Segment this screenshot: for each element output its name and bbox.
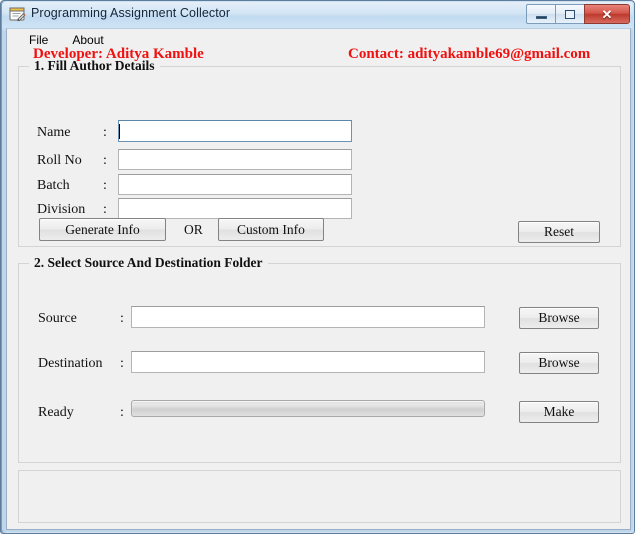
- batch-label: Batch: [37, 178, 70, 193]
- minimize-icon: [535, 16, 547, 19]
- progress-bar: [131, 400, 485, 417]
- source-browse-button[interactable]: Browse: [519, 307, 599, 329]
- roll-no-colon: :: [103, 153, 107, 168]
- roll-no-input[interactable]: [118, 149, 352, 170]
- application-window: Programming Assignment Collector ✕ File …: [0, 0, 635, 534]
- footer-panel: [18, 470, 621, 523]
- developer-credit: Developer: Aditya Kamble: [33, 46, 204, 62]
- client-area: File About 1. Fill Author Details Name :…: [6, 28, 631, 530]
- batch-input[interactable]: [118, 174, 352, 195]
- title-bar[interactable]: Programming Assignment Collector ✕: [2, 2, 633, 28]
- name-label: Name: [37, 125, 71, 140]
- source-colon: :: [120, 311, 124, 326]
- folder-selection-group-title: 2. Select Source And Destination Folder: [29, 255, 268, 271]
- division-label: Division: [37, 202, 86, 217]
- name-colon: :: [103, 125, 107, 140]
- reset-button[interactable]: Reset: [518, 221, 600, 243]
- status-label: Ready: [38, 405, 74, 420]
- source-input[interactable]: [131, 306, 485, 328]
- make-button[interactable]: Make: [519, 401, 599, 423]
- form-pencil-icon: [9, 6, 26, 22]
- generate-info-button[interactable]: Generate Info: [39, 218, 166, 241]
- destination-input[interactable]: [131, 351, 485, 373]
- close-icon: ✕: [601, 6, 613, 22]
- destination-colon: :: [120, 356, 124, 371]
- contact-email: Contact: adityakamble69@gmail.com: [348, 46, 591, 62]
- minimize-button[interactable]: [526, 4, 555, 24]
- roll-no-label: Roll No: [37, 153, 82, 168]
- text-caret: [119, 124, 120, 139]
- window-frame-inner: Programming Assignment Collector ✕ File …: [2, 2, 633, 532]
- window-title: Programming Assignment Collector: [31, 6, 231, 20]
- destination-browse-button[interactable]: Browse: [519, 352, 599, 374]
- name-input[interactable]: [118, 120, 352, 142]
- destination-label: Destination: [38, 356, 103, 371]
- division-colon: :: [103, 202, 107, 217]
- maximize-button[interactable]: [555, 4, 584, 24]
- maximize-icon: [565, 9, 575, 19]
- batch-colon: :: [103, 178, 107, 193]
- source-label: Source: [38, 311, 77, 326]
- status-colon: :: [120, 405, 124, 420]
- custom-info-button[interactable]: Custom Info: [218, 218, 324, 241]
- division-input[interactable]: [118, 198, 352, 219]
- caption-button-group: ✕: [526, 4, 630, 25]
- close-button[interactable]: ✕: [584, 4, 630, 24]
- or-label: OR: [184, 222, 203, 237]
